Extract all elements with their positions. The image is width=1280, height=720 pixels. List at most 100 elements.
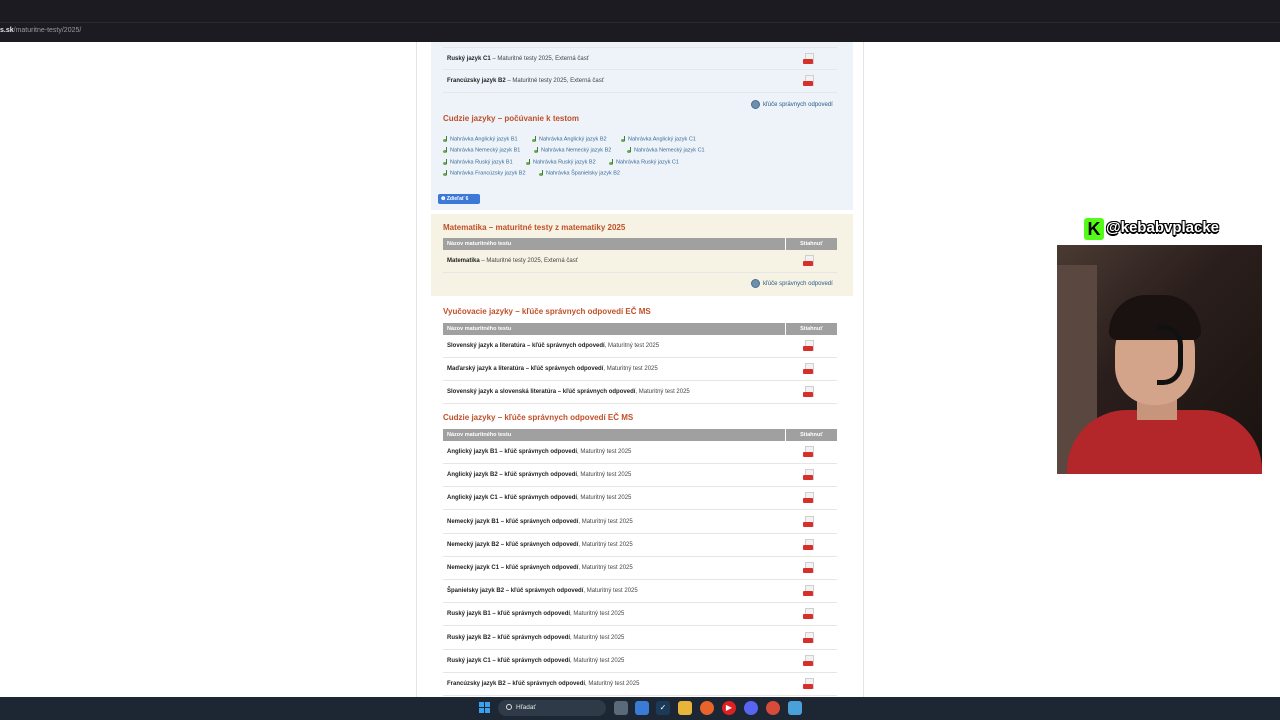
test-name[interactable]: Maďarský jazyk a literatúra – kľúč správ… <box>447 366 603 372</box>
music-note-icon <box>443 170 448 176</box>
windows-start-icon[interactable] <box>479 702 491 714</box>
test-desc: – Maturitné testy 2025, Externá časť <box>479 258 578 264</box>
audio-link[interactable]: Nahrávka Francúzsky jazyk B2 <box>443 170 526 176</box>
test-name[interactable]: Nemecký jazyk B2 – kľúč správnych odpove… <box>447 542 578 548</box>
pdf-icon[interactable] <box>803 515 815 529</box>
store-icon[interactable] <box>635 701 649 715</box>
col-name-header: Názov maturitného testu <box>447 241 512 247</box>
music-note-icon <box>443 136 448 142</box>
math-panel: Matematika – maturitné testy z matematik… <box>431 214 853 296</box>
file-icon[interactable] <box>614 701 628 715</box>
page-content: Ruský jazyk C1 – Maturitné testy 2025, E… <box>416 42 864 697</box>
pdf-icon[interactable] <box>803 75 815 88</box>
answer-keys-link[interactable]: kľúče správnych odpovedí <box>751 100 833 109</box>
test-name[interactable]: Ruský jazyk C1 <box>447 56 491 62</box>
pdf-icon[interactable] <box>803 255 815 268</box>
pdf-icon[interactable] <box>803 678 815 691</box>
table-row: Francúzsky jazyk B2 – Maturitné testy 20… <box>443 70 837 93</box>
pdf-icon[interactable] <box>803 585 815 598</box>
audio-link[interactable]: Nahrávka Ruský jazyk B2 <box>526 159 596 165</box>
test-desc: – Maturitné testy 2025, Externá časť <box>490 56 590 62</box>
math-section-title: Matematika – maturitné testy z matematik… <box>443 223 626 232</box>
answer-keys-link[interactable]: kľúče správnych odpovedí <box>751 279 833 288</box>
test-name[interactable]: Anglický jazyk B2 – kľúč správnych odpov… <box>447 472 577 478</box>
foreign-keys-section-title: Cudzie jazyky – kľúče správnych odpovedí… <box>443 413 634 422</box>
music-note-icon <box>443 159 448 165</box>
firefox-icon[interactable] <box>700 701 714 715</box>
url-text[interactable]: s.sk/maturitne-testy/2025/ <box>0 27 81 34</box>
youtube-icon[interactable]: ▶ <box>722 701 736 715</box>
address-bar[interactable]: s.sk/maturitne-testy/2025/ <box>0 23 1280 42</box>
audio-link[interactable]: Nahrávka Španielsky jazyk B2 <box>539 170 620 176</box>
table-row: Španielsky jazyk B2 – kľúč správnych odp… <box>443 580 837 604</box>
audio-link[interactable]: Nahrávka Nemecký jazyk C1 <box>627 147 705 153</box>
test-desc: , Maturitný test 2025 <box>578 541 633 548</box>
pdf-icon[interactable] <box>803 363 815 376</box>
pdf-icon[interactable] <box>803 608 815 621</box>
table-row: Slovenský jazyk a slovenská literatúra –… <box>443 381 837 405</box>
col-download-header: Stiahnuť <box>785 238 837 250</box>
pdf-icon[interactable] <box>803 562 815 575</box>
folder-icon[interactable] <box>678 701 692 715</box>
test-name[interactable]: Španielsky jazyk B2 – kľúč správnych odp… <box>447 588 583 594</box>
audio-link[interactable]: Nahrávka Anglický jazyk B2 <box>532 136 607 142</box>
test-desc: , Maturitný test 2025 <box>577 449 632 455</box>
test-desc: , Maturitný test 2025 <box>577 472 632 479</box>
test-name[interactable]: Francúzsky jazyk B2 <box>447 78 506 84</box>
table-row: Nemecký jazyk B2 – kľúč správnych odpove… <box>443 534 837 557</box>
pdf-icon[interactable] <box>803 53 815 66</box>
pdf-icon[interactable] <box>803 631 815 645</box>
browser-tab-strip <box>0 0 1280 23</box>
pdf-icon[interactable] <box>803 386 815 399</box>
audio-link[interactable]: Nahrávka Ruský jazyk B1 <box>443 159 513 165</box>
table-row: Anglický jazyk B1 – kľúč správnych odpov… <box>443 441 837 464</box>
pdf-icon[interactable] <box>803 340 815 353</box>
test-name[interactable]: Matematika <box>447 258 480 264</box>
notepad-icon[interactable] <box>788 701 802 715</box>
search-icon <box>506 704 512 710</box>
test-name[interactable]: Ruský jazyk B2 – kľúč správnych odpovedí <box>447 635 570 641</box>
test-name[interactable]: Francúzsky jazyk B2 – kľúč správnych odp… <box>447 681 585 687</box>
pdf-icon[interactable] <box>803 654 815 668</box>
col-download-header: Stiahnuť <box>785 429 837 441</box>
pdf-icon[interactable] <box>803 446 815 459</box>
taskbar-search[interactable]: Hľadať <box>498 700 606 716</box>
search-label: Hľadať <box>516 704 536 711</box>
kick-logo-icon: K <box>1084 218 1104 240</box>
test-name[interactable]: Ruský jazyk C1 – kľúč správnych odpovedí <box>447 658 570 664</box>
discord-icon[interactable] <box>744 701 758 715</box>
audio-link[interactable]: Nahrávka Anglický jazyk C1 <box>621 136 696 142</box>
table-row: Anglický jazyk C1 – kľúč správnych odpov… <box>443 487 837 511</box>
audio-link[interactable]: Nahrávka Nemecký jazyk B1 <box>443 147 520 153</box>
facebook-share-button[interactable]: ❶ Zdieľať 6 <box>438 194 480 204</box>
steam-icon[interactable]: ✓ <box>656 701 670 715</box>
test-name[interactable]: Nemecký jazyk B1 – kľúč správnych odpove… <box>447 519 578 525</box>
pdf-icon[interactable] <box>803 538 815 552</box>
table-row: Anglický jazyk B2 – kľúč správnych odpov… <box>443 464 837 488</box>
table-row: Maďarský jazyk a literatúra – kľúč správ… <box>443 358 837 382</box>
chrome-icon[interactable] <box>766 701 780 715</box>
test-name[interactable]: Anglický jazyk B1 – kľúč správnych odpov… <box>447 449 577 455</box>
test-name[interactable]: Anglický jazyk C1 – kľúč správnych odpov… <box>447 495 577 501</box>
test-desc: , Maturitný test 2025 <box>585 681 640 687</box>
pdf-icon[interactable] <box>803 469 815 482</box>
table-row: Slovenský jazyk a literatúra – kľúč sprá… <box>443 335 837 358</box>
music-note-icon <box>532 136 537 142</box>
pdf-icon[interactable] <box>803 492 815 505</box>
test-desc: , Maturitný test 2025 <box>570 657 625 664</box>
test-desc: – Maturitné testy 2025, Externá časť <box>505 78 605 84</box>
test-name[interactable]: Nemecký jazyk C1 – kľúč správnych odpove… <box>447 565 578 571</box>
music-note-icon <box>526 159 531 165</box>
audio-link[interactable]: Nahrávka Nemecký jazyk B2 <box>534 147 611 153</box>
col-name-header: Názov maturitného testu <box>447 432 512 438</box>
table-header: Názov maturitného testu Stiahnuť <box>443 429 837 441</box>
test-desc: , Maturitný test 2025 <box>604 343 660 349</box>
test-name[interactable]: Slovenský jazyk a literatúra – kľúč sprá… <box>447 343 605 349</box>
audio-link[interactable]: Nahrávka Ruský jazyk C1 <box>609 159 679 165</box>
test-desc: , Maturitný test 2025 <box>570 634 625 641</box>
test-name[interactable]: Ruský jazyk B1 – kľúč správnych odpovedí <box>447 611 570 617</box>
audio-link[interactable]: Nahrávka Anglický jazyk B1 <box>443 136 518 142</box>
test-desc: , Maturitný test 2025 <box>577 495 632 502</box>
test-desc: , Maturitný test 2025 <box>578 565 633 571</box>
test-name[interactable]: Slovenský jazyk a slovenská literatúra –… <box>447 389 635 395</box>
